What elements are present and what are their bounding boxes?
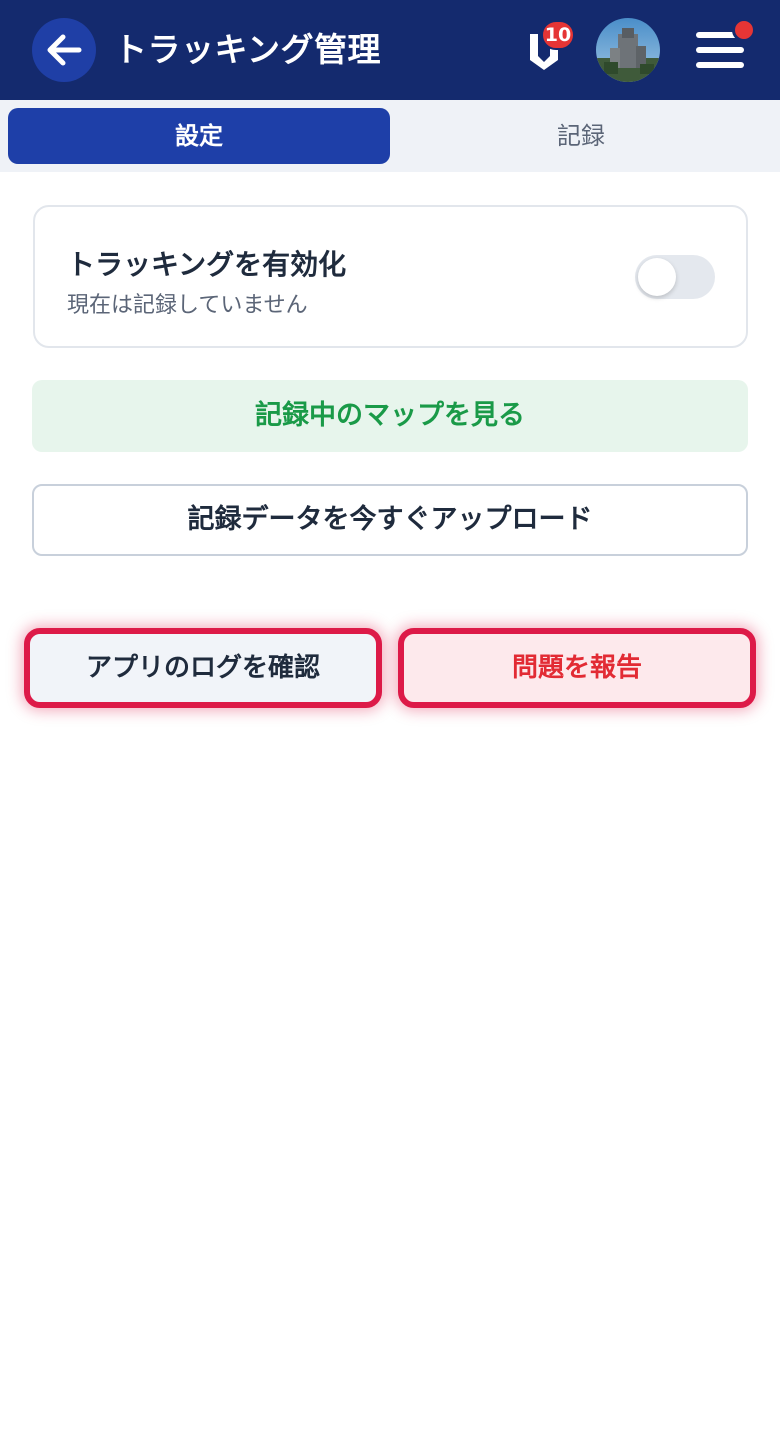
toggle-knob bbox=[638, 258, 676, 296]
avatar-image bbox=[596, 18, 660, 82]
tracking-card: トラッキングを有効化 現在は記録していません bbox=[33, 205, 748, 348]
tracking-title: トラッキングを有効化 bbox=[67, 248, 347, 281]
page-title: トラッキング管理 bbox=[114, 30, 382, 69]
arrow-left-icon bbox=[47, 34, 82, 66]
app-header: トラッキング管理 10 bbox=[0, 0, 780, 100]
tracking-status: 現在は記録していません bbox=[67, 293, 308, 318]
tab-records[interactable]: 記録 bbox=[390, 108, 772, 164]
view-logs-button[interactable]: アプリのログを確認 bbox=[24, 628, 382, 708]
tab-bar: 設定 記録 bbox=[0, 100, 780, 172]
tab-settings[interactable]: 設定 bbox=[8, 108, 390, 164]
notification-badge: 10 bbox=[541, 20, 575, 50]
avatar[interactable] bbox=[596, 18, 660, 82]
report-issue-button[interactable]: 問題を報告 bbox=[398, 628, 756, 708]
menu-notification-dot bbox=[732, 18, 756, 42]
upload-now-button[interactable]: 記録データを今すぐアップロード bbox=[32, 484, 748, 556]
tracking-toggle[interactable] bbox=[635, 255, 715, 299]
view-map-button[interactable]: 記録中のマップを見る bbox=[32, 380, 748, 452]
back-button[interactable] bbox=[32, 18, 96, 82]
